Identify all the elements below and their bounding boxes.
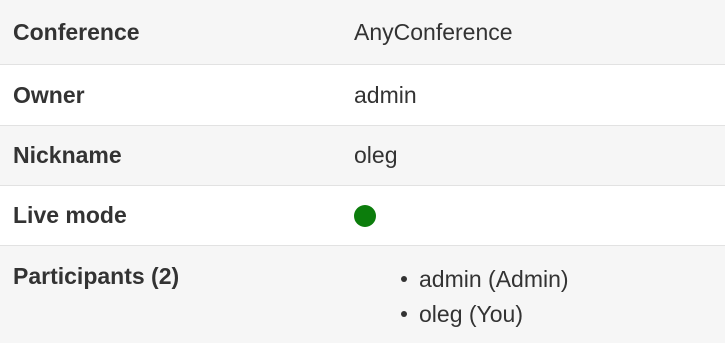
table-row-conference: Conference AnyConference xyxy=(0,0,725,65)
owner-label: Owner xyxy=(0,64,339,126)
table-row-owner: Owner admin xyxy=(0,64,725,126)
table-row-participants: Participants (2) admin (Admin) oleg (You… xyxy=(0,245,725,343)
participants-value: admin (Admin) oleg (You) xyxy=(339,245,725,343)
conference-info-panel: Conference AnyConference Owner admin Nic… xyxy=(0,0,725,343)
conference-info-table: Conference AnyConference Owner admin Nic… xyxy=(0,0,725,343)
table-row-nickname: Nickname oleg xyxy=(0,125,725,186)
participants-label: Participants (2) xyxy=(0,245,339,343)
conference-value: AnyConference xyxy=(339,0,725,65)
participant-item: admin (Admin) xyxy=(401,262,724,297)
nickname-value: oleg xyxy=(339,125,725,186)
participant-name: admin (Admin) xyxy=(419,266,569,292)
participant-item: oleg (You) xyxy=(401,297,724,332)
live-mode-value xyxy=(339,185,725,246)
bullet-icon xyxy=(401,276,407,282)
table-row-live-mode: Live mode xyxy=(0,185,725,246)
owner-value: admin xyxy=(339,64,725,126)
participant-name: oleg (You) xyxy=(419,301,524,327)
participants-list: admin (Admin) oleg (You) xyxy=(354,262,724,332)
nickname-label: Nickname xyxy=(0,125,339,186)
bullet-icon xyxy=(401,311,407,317)
live-mode-label: Live mode xyxy=(0,185,339,246)
conference-label: Conference xyxy=(0,0,339,65)
live-status-indicator-icon xyxy=(354,204,376,227)
